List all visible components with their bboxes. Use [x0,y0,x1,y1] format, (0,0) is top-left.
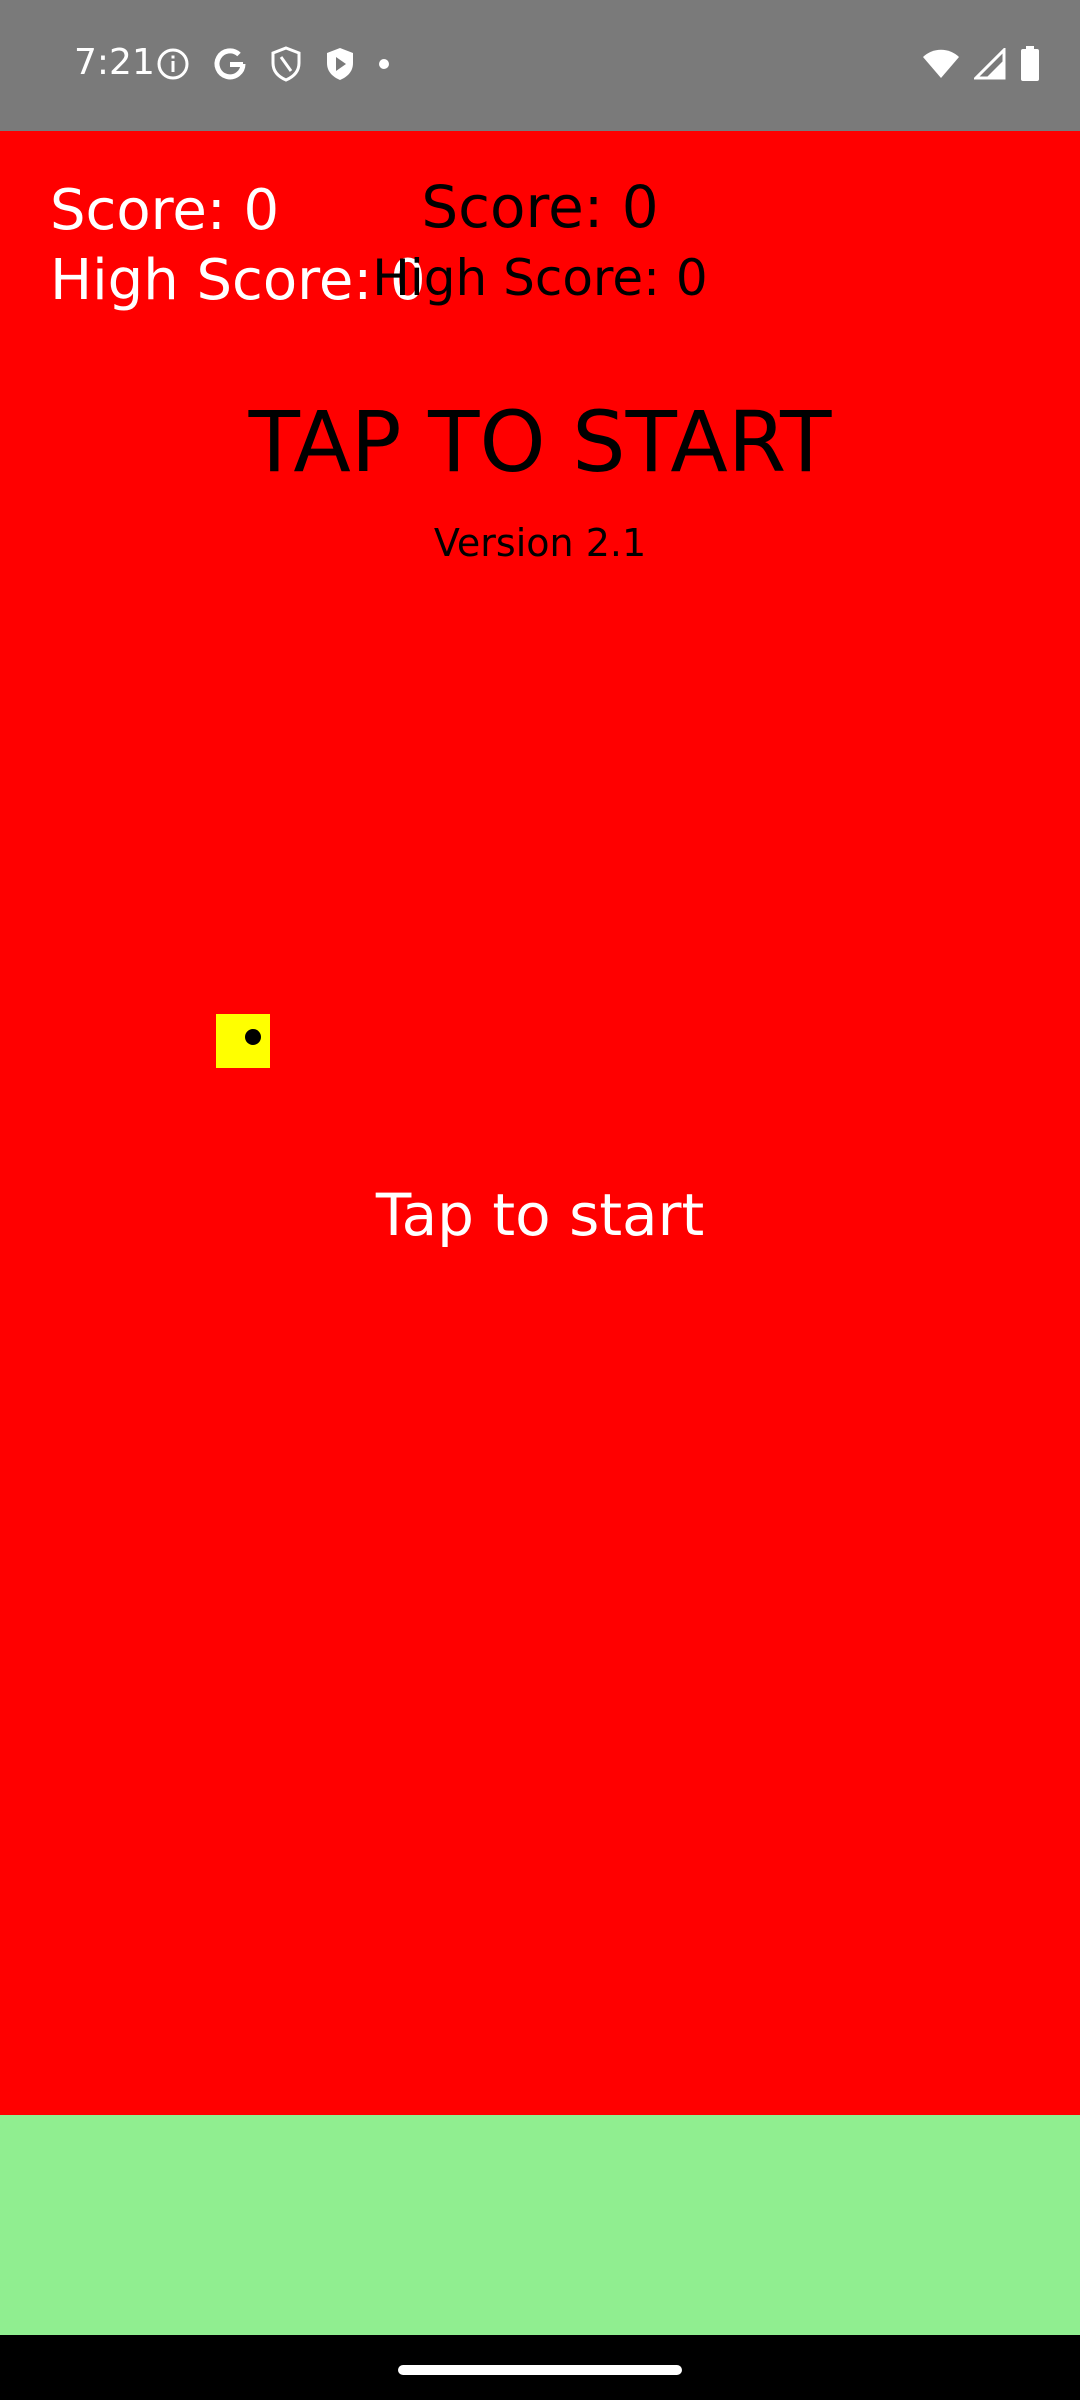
battery-icon [1020,46,1040,82]
status-icons-right [922,46,1040,82]
navigation-bar [0,2335,1080,2400]
play-protect-icon [324,46,356,82]
player-eye [245,1029,261,1045]
info-icon [156,47,190,81]
version-label: Version 2.1 [433,521,647,565]
player-sprite [216,1014,270,1068]
tap-to-start-hint: Tap to start [375,1181,705,1249]
signal-icon [974,48,1006,80]
wifi-icon [922,48,960,80]
center-high-score-label: High Score: 0 [372,249,708,307]
center-score-label: Score: 0 [421,173,659,241]
home-gesture-handle[interactable] [398,2365,682,2375]
tap-to-start-title: TAP TO START [248,393,832,491]
game-area[interactable]: Score: 0 High Score: 0 Score: 0 High Sco… [0,131,1080,2115]
ground [0,2115,1080,2335]
shield-icon [270,46,302,82]
dot-icon [378,58,390,70]
status-icons-left [156,46,390,82]
status-time: 7:21 [74,42,155,83]
google-icon [212,46,248,82]
game-screen[interactable]: 7:21 Score: 0 High Score: 0 Score: 0 Hig… [0,0,1080,2400]
status-bar: 7:21 [0,0,1080,131]
